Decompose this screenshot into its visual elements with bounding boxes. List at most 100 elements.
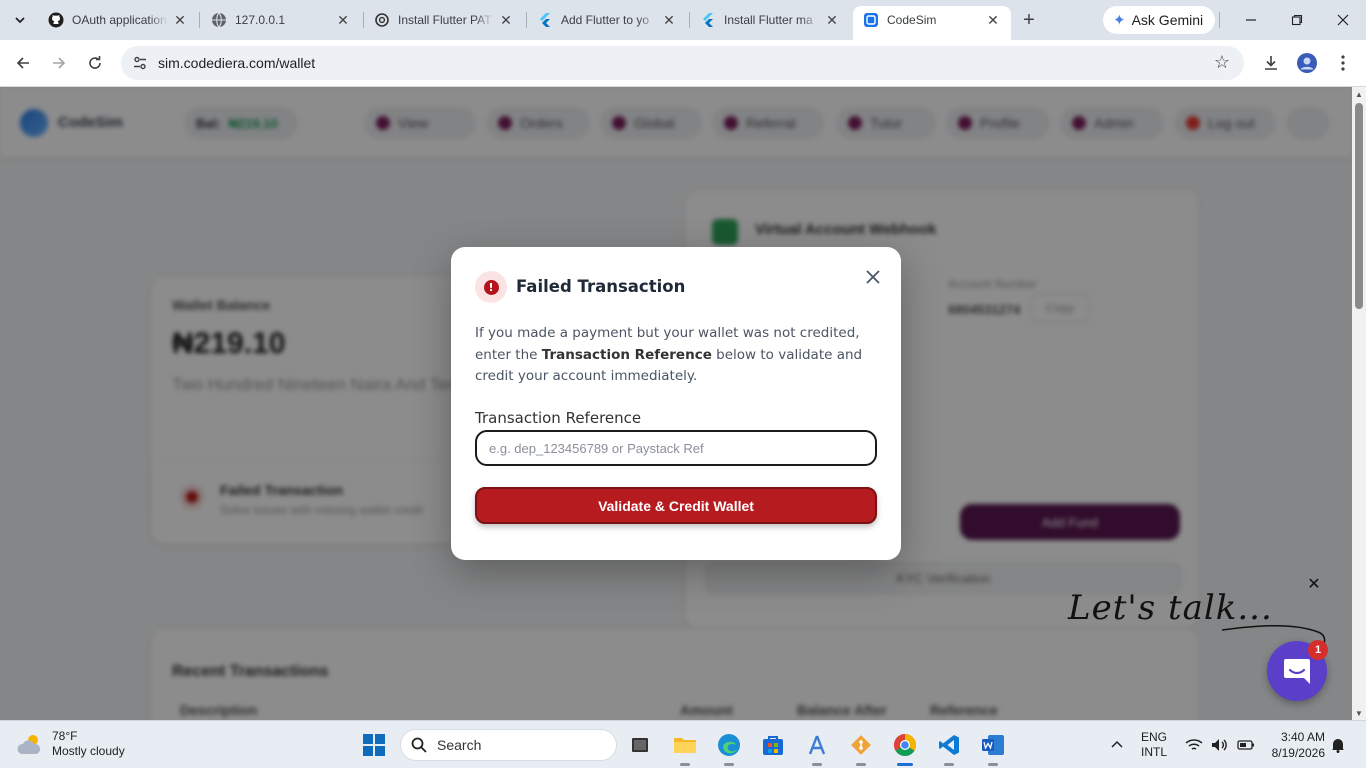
- reload-icon[interactable]: [83, 51, 107, 75]
- validate-credit-wallet-button[interactable]: Validate & Credit Wallet: [475, 487, 877, 524]
- cloudy-weather-icon: [17, 735, 41, 754]
- tab-install-flutter-manually[interactable]: Install Flutter ma ✕: [690, 6, 850, 34]
- show-hidden-icons-button[interactable]: [1110, 721, 1124, 768]
- running-indicator: [988, 763, 998, 766]
- search-icon: [411, 737, 427, 753]
- running-indicator: [680, 763, 690, 766]
- chat-icon: [1284, 659, 1310, 684]
- scroll-down-icon[interactable]: ▼: [1355, 709, 1363, 718]
- restore-icon[interactable]: [1287, 10, 1307, 30]
- tab-separator: [199, 12, 200, 28]
- clock-time: 3:40 AM: [1280, 730, 1325, 744]
- gemini-icon: ✦: [1113, 12, 1126, 29]
- close-window-icon[interactable]: [1333, 10, 1353, 30]
- chat-unread-badge: 1: [1308, 640, 1328, 660]
- minimize-icon[interactable]: [1241, 10, 1261, 30]
- bell-icon: [1332, 739, 1344, 753]
- chevron-down-icon: [15, 17, 25, 24]
- weather-temp: 78°F: [52, 729, 78, 743]
- scrollbar-thumb[interactable]: [1355, 103, 1363, 309]
- git-app[interactable]: [846, 730, 876, 766]
- tab-title: Install Flutter PAT: [398, 13, 492, 27]
- microsoft-store-app[interactable]: [758, 730, 788, 760]
- address-bar[interactable]: sim.codediera.com/wallet ☆: [121, 46, 1244, 80]
- profile-avatar[interactable]: [1296, 52, 1318, 74]
- close-icon[interactable]: [861, 265, 885, 289]
- vscode-app[interactable]: [934, 730, 964, 766]
- chat-dismiss-icon[interactable]: ✕: [1305, 575, 1323, 593]
- ask-gemini-label: Ask Gemini: [1131, 12, 1204, 28]
- weather-widget[interactable]: 78°F Mostly cloudy: [16, 729, 125, 759]
- codesim-icon: [863, 12, 879, 28]
- description-emphasis: Transaction Reference: [541, 346, 712, 363]
- word-app[interactable]: [978, 730, 1008, 766]
- chrome-app[interactable]: [890, 730, 920, 766]
- site-settings-icon[interactable]: [131, 54, 149, 72]
- task-view-icon: [632, 738, 648, 752]
- input-language-indicator[interactable]: ENG INTL: [1141, 721, 1167, 768]
- chevron-up-icon: [1111, 740, 1123, 748]
- keyboard-layout: INTL: [1141, 745, 1168, 759]
- tab-search-button[interactable]: [8, 8, 32, 32]
- running-indicator: [724, 763, 734, 766]
- close-tab-icon[interactable]: ✕: [824, 12, 840, 28]
- system-tray-status[interactable]: [1185, 721, 1255, 768]
- wifi-icon: [1185, 739, 1203, 750]
- openai-icon: [374, 12, 390, 28]
- clock[interactable]: 3:40 AM 8/19/2026: [1265, 721, 1325, 768]
- forward-icon[interactable]: [47, 51, 71, 75]
- flutter-icon: [700, 12, 716, 28]
- task-view-button[interactable]: [625, 730, 655, 760]
- edge-icon: [718, 734, 740, 756]
- new-tab-button[interactable]: +: [1018, 9, 1040, 31]
- browser-toolbar: sim.codediera.com/wallet ☆: [0, 40, 1366, 87]
- folder-icon: [674, 738, 696, 753]
- running-indicator: [812, 763, 822, 766]
- running-indicator: [856, 763, 866, 766]
- chrome-icon: [894, 734, 916, 756]
- android-studio-app[interactable]: [802, 730, 832, 766]
- modal-description: If you made a payment but your wallet wa…: [475, 323, 885, 388]
- close-tab-icon[interactable]: ✕: [335, 12, 351, 28]
- git-icon: [851, 735, 871, 755]
- back-icon[interactable]: [11, 51, 35, 75]
- browser-menu-icon[interactable]: [1332, 52, 1354, 74]
- android-studio-icon: [808, 735, 826, 755]
- notifications-button[interactable]: [1331, 721, 1345, 768]
- edge-app[interactable]: [714, 730, 744, 766]
- file-explorer-app[interactable]: [670, 730, 700, 766]
- scroll-up-icon[interactable]: ▲: [1355, 90, 1363, 99]
- tab-title: CodeSim: [887, 13, 937, 27]
- page-scrollbar[interactable]: ▲ ▼: [1352, 87, 1366, 720]
- close-tab-icon[interactable]: ✕: [498, 12, 514, 28]
- github-icon: [48, 12, 64, 28]
- tab-localhost[interactable]: 127.0.0.1 ✕: [201, 6, 361, 34]
- store-icon: [763, 736, 783, 755]
- close-tab-icon[interactable]: ✕: [985, 12, 1001, 28]
- flutter-icon: [537, 12, 553, 28]
- running-indicator: [944, 763, 954, 766]
- tab-oauth[interactable]: OAuth application ✕: [38, 6, 198, 34]
- ask-gemini-button[interactable]: ✦ Ask Gemini: [1103, 6, 1216, 34]
- close-tab-icon[interactable]: ✕: [172, 12, 188, 28]
- taskbar-search[interactable]: Search: [400, 729, 617, 761]
- tab-add-flutter[interactable]: Add Flutter to yo ✕: [527, 6, 687, 34]
- modal-title: Failed Transaction: [516, 277, 686, 296]
- start-button[interactable]: [359, 730, 389, 760]
- transaction-reference-input[interactable]: [475, 430, 877, 466]
- tab-title: Add Flutter to yo: [561, 13, 650, 27]
- browser-tab-strip: OAuth application ✕ 127.0.0.1 ✕ Install …: [0, 0, 1366, 40]
- tab-codesim[interactable]: CodeSim ✕: [853, 6, 1011, 40]
- windows-logo-icon: [363, 734, 385, 756]
- tab-install-flutter-pat[interactable]: Install Flutter PAT ✕: [364, 6, 524, 34]
- download-icon[interactable]: [1260, 52, 1282, 74]
- language-code: ENG: [1141, 730, 1168, 744]
- transaction-reference-label: Transaction Reference: [475, 409, 642, 427]
- close-tab-icon[interactable]: ✕: [661, 12, 677, 28]
- bookmark-star-icon[interactable]: ☆: [1214, 52, 1230, 73]
- weather-description: Mostly cloudy: [52, 744, 125, 758]
- windows-taskbar: 78°F Mostly cloudy Search ENG INTL 3:40 …: [0, 720, 1366, 768]
- tab-separator: [1219, 12, 1220, 28]
- word-icon: [982, 735, 1004, 755]
- volume-icon: [1212, 739, 1227, 751]
